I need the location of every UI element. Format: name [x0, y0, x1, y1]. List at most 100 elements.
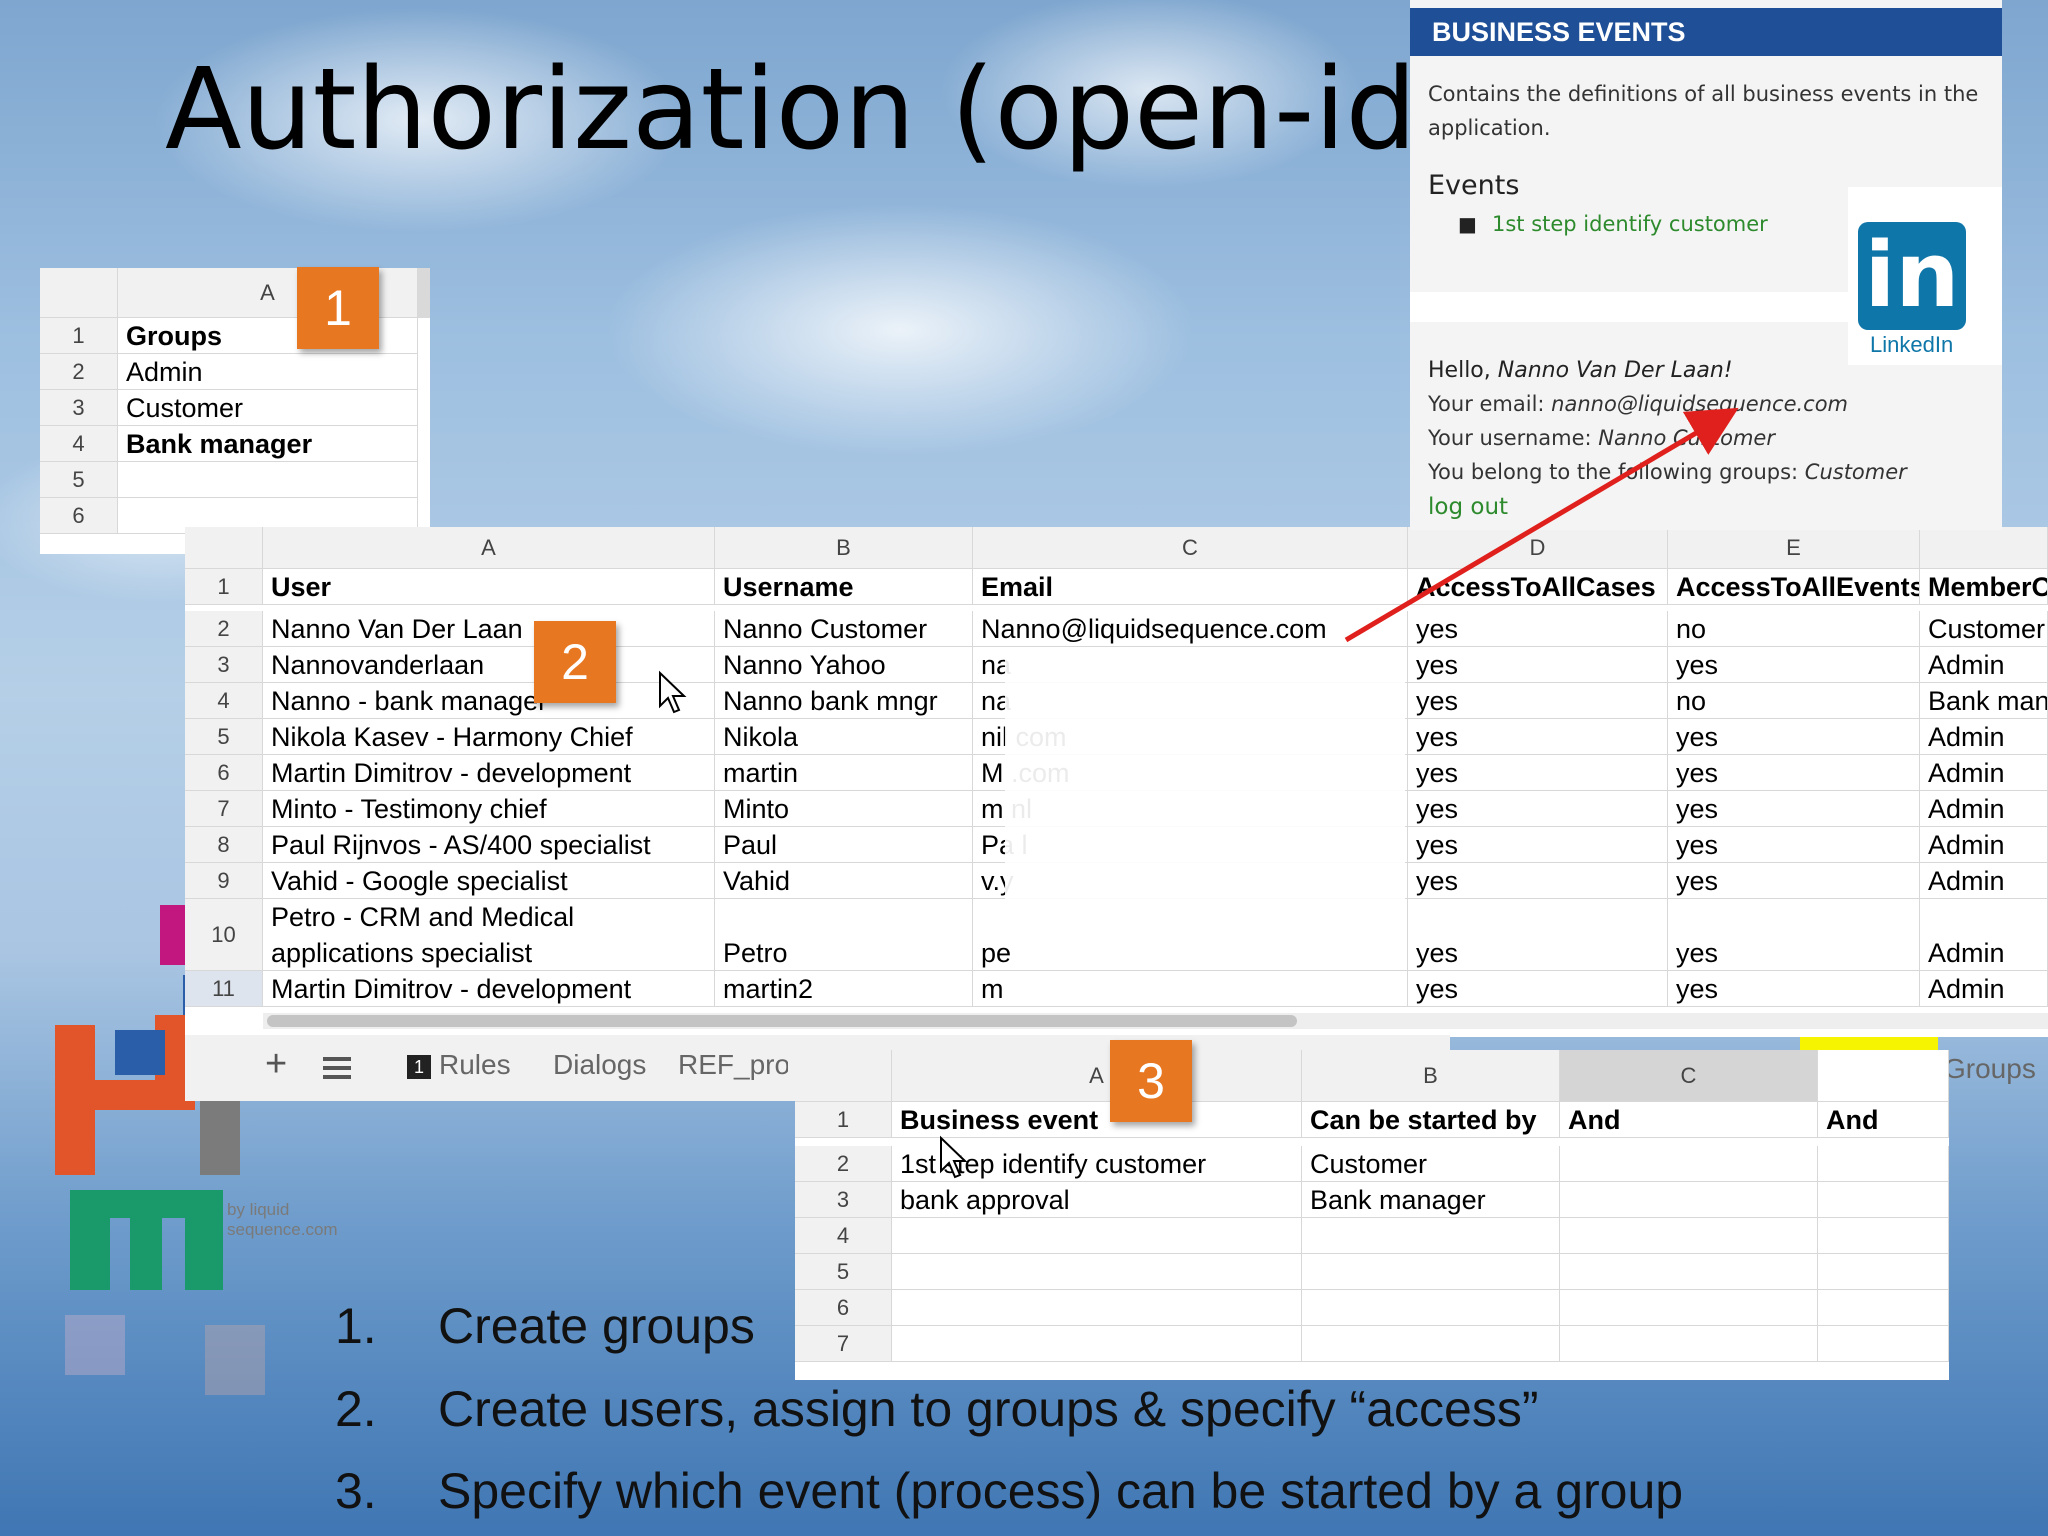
- table-cell[interactable]: [1560, 1254, 1818, 1290]
- table-cell[interactable]: yes: [1408, 827, 1668, 863]
- table-cell[interactable]: Minto: [715, 791, 973, 827]
- row-number[interactable]: 5: [795, 1254, 892, 1290]
- row-number[interactable]: 4: [185, 683, 263, 719]
- table-cell[interactable]: yes: [1408, 863, 1668, 899]
- table-cell[interactable]: yes: [1408, 683, 1668, 719]
- table-cell[interactable]: Nannovanderlaan: [263, 647, 715, 683]
- row-number[interactable]: 1: [795, 1102, 892, 1138]
- table-cell[interactable]: bank approval: [892, 1182, 1302, 1218]
- table-cell[interactable]: Nikola Kasev - Harmony Chief: [263, 719, 715, 755]
- header-cell[interactable]: Can be started by: [1302, 1102, 1560, 1138]
- table-cell[interactable]: [1302, 1290, 1560, 1326]
- table-cell[interactable]: [1302, 1218, 1560, 1254]
- column-header-d[interactable]: [1818, 1050, 1949, 1102]
- row-number[interactable]: 3: [795, 1182, 892, 1218]
- table-cell[interactable]: [1560, 1146, 1818, 1182]
- tab-ref-proc[interactable]: REF_proc: [678, 1049, 788, 1081]
- table-cell[interactable]: Paul: [715, 827, 973, 863]
- table-cell[interactable]: [892, 1290, 1302, 1326]
- group-cell[interactable]: Admin: [118, 354, 418, 390]
- table-cell[interactable]: m: [973, 971, 1408, 1007]
- row-number[interactable]: 2: [40, 354, 118, 390]
- row-number[interactable]: 5: [40, 462, 118, 498]
- table-cell[interactable]: Nanno bank mngr: [715, 683, 973, 719]
- table-cell[interactable]: yes: [1668, 899, 1920, 971]
- table-cell[interactable]: yes: [1668, 863, 1920, 899]
- table-cell[interactable]: [1302, 1254, 1560, 1290]
- row-number[interactable]: 3: [40, 390, 118, 426]
- table-cell[interactable]: yes: [1408, 899, 1668, 971]
- corner-cell[interactable]: [40, 268, 118, 318]
- table-cell[interactable]: [892, 1254, 1302, 1290]
- row-number[interactable]: 2: [185, 611, 263, 647]
- header-cell[interactable]: And: [1560, 1102, 1818, 1138]
- table-cell[interactable]: [1818, 1254, 1949, 1290]
- table-cell[interactable]: yes: [1408, 971, 1668, 1007]
- table-cell[interactable]: Bank manager: [1920, 683, 2048, 719]
- table-cell[interactable]: yes: [1668, 755, 1920, 791]
- corner-cell[interactable]: [185, 527, 263, 569]
- linkedin-badge[interactable]: in LinkedIn: [1848, 187, 2002, 365]
- header-cell[interactable]: Business event: [892, 1102, 1302, 1138]
- table-cell[interactable]: Admin: [1920, 827, 2048, 863]
- row-number[interactable]: 3: [185, 647, 263, 683]
- table-cell[interactable]: Admin: [1920, 755, 2048, 791]
- table-cell[interactable]: Customer: [1920, 611, 2048, 647]
- table-cell[interactable]: Paul Rijnvos - AS/400 specialist: [263, 827, 715, 863]
- table-cell[interactable]: yes: [1408, 719, 1668, 755]
- table-cell[interactable]: Admin: [1920, 971, 2048, 1007]
- column-header-f[interactable]: [1920, 527, 2048, 569]
- row-number[interactable]: 6: [40, 498, 118, 534]
- corner-cell[interactable]: [795, 1050, 892, 1102]
- header-cell[interactable]: And: [1818, 1102, 1949, 1138]
- table-cell[interactable]: [892, 1218, 1302, 1254]
- table-cell[interactable]: [1560, 1326, 1818, 1362]
- row-number[interactable]: 6: [795, 1290, 892, 1326]
- table-cell[interactable]: yes: [1668, 719, 1920, 755]
- table-cell[interactable]: Admin: [1920, 899, 2048, 971]
- table-cell[interactable]: Nanno Van Der Laan: [263, 611, 715, 647]
- table-cell[interactable]: Admin: [1920, 863, 2048, 899]
- group-cell[interactable]: Bank manager: [118, 426, 418, 462]
- table-cell[interactable]: Petro - CRM and Medical applications spec…: [263, 899, 715, 971]
- row-number[interactable]: 2: [795, 1146, 892, 1182]
- row-number[interactable]: 5: [185, 719, 263, 755]
- table-cell[interactable]: no: [1668, 683, 1920, 719]
- row-number[interactable]: 1: [185, 569, 263, 605]
- table-cell[interactable]: Nikola: [715, 719, 973, 755]
- table-cell[interactable]: [1818, 1326, 1949, 1362]
- table-cell[interactable]: Nanno - bank manager: [263, 683, 715, 719]
- table-cell[interactable]: [1302, 1326, 1560, 1362]
- tab-groups[interactable]: Groups: [1944, 1053, 2036, 1085]
- table-cell[interactable]: [892, 1326, 1302, 1362]
- add-sheet-icon[interactable]: +: [265, 1043, 287, 1086]
- column-header-b[interactable]: B: [715, 527, 973, 569]
- column-header-c[interactable]: C: [1560, 1050, 1818, 1102]
- table-cell[interactable]: [1818, 1218, 1949, 1254]
- table-cell[interactable]: [1818, 1290, 1949, 1326]
- table-cell[interactable]: martin2: [715, 971, 973, 1007]
- row-number[interactable]: 9: [185, 863, 263, 899]
- table-cell[interactable]: Admin: [1920, 719, 2048, 755]
- table-cell[interactable]: Petro: [715, 899, 973, 971]
- table-cell[interactable]: yes: [1408, 791, 1668, 827]
- row-number[interactable]: 4: [40, 426, 118, 462]
- table-cell[interactable]: Bank manager: [1302, 1182, 1560, 1218]
- table-cell[interactable]: [1560, 1182, 1818, 1218]
- group-cell[interactable]: Customer: [118, 390, 418, 426]
- group-cell[interactable]: [118, 462, 418, 498]
- sheet-list-icon[interactable]: [323, 1057, 351, 1079]
- table-cell[interactable]: yes: [1668, 827, 1920, 863]
- row-number[interactable]: 10: [185, 899, 263, 971]
- event-link[interactable]: 1st step identify customer: [1492, 212, 1768, 236]
- table-cell[interactable]: Nanno Yahoo: [715, 647, 973, 683]
- header-cell[interactable]: Username: [715, 569, 973, 605]
- table-cell[interactable]: Vahid - Google specialist: [263, 863, 715, 899]
- table-cell[interactable]: [1560, 1218, 1818, 1254]
- table-cell[interactable]: yes: [1668, 791, 1920, 827]
- row-number[interactable]: 6: [185, 755, 263, 791]
- row-number[interactable]: 7: [795, 1326, 892, 1362]
- row-number[interactable]: 11: [185, 971, 263, 1007]
- table-cell[interactable]: Admin: [1920, 647, 2048, 683]
- table-cell[interactable]: Admin: [1920, 791, 2048, 827]
